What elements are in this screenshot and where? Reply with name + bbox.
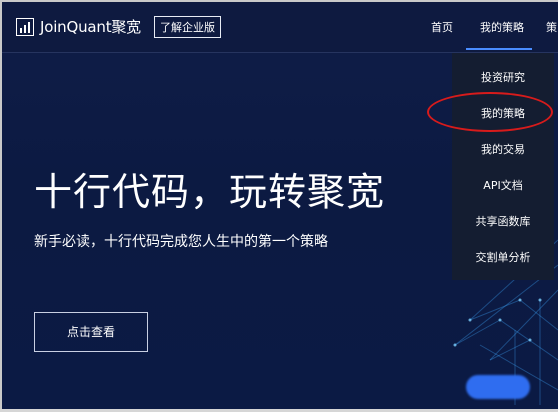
logo-chart-icon	[16, 17, 34, 36]
dropdown-item-api-docs[interactable]: API文档	[452, 177, 554, 193]
annotation-circle	[427, 92, 553, 132]
nav-active-indicator	[466, 48, 532, 50]
hero-subtitle: 新手必读，十行代码完成您人生中的第一个策略	[34, 234, 328, 250]
view-button[interactable]: 点击查看	[34, 312, 148, 352]
nav-home[interactable]: 首页	[431, 19, 453, 35]
nav-my-strategy[interactable]: 我的策略	[480, 19, 524, 35]
brand-name: JoinQuant聚宽	[40, 18, 141, 36]
hero-title: 十行代码，玩转聚宽	[34, 170, 386, 214]
dropdown-item-my-trades[interactable]: 我的交易	[452, 141, 554, 157]
redaction-blob	[466, 375, 530, 399]
dropdown-item-delivery-analysis[interactable]: 交割单分析	[452, 249, 554, 265]
enterprise-button[interactable]: 了解企业版	[154, 16, 221, 38]
nav-item-cut-off[interactable]: 策	[546, 19, 557, 35]
dropdown-item-research[interactable]: 投资研究	[452, 69, 554, 85]
screenshot-border-top	[0, 0, 558, 2]
strategy-dropdown-menu: 投资研究 我的策略 我的交易 API文档 共享函数库 交割单分析	[452, 53, 554, 280]
screenshot-border-left	[0, 0, 2, 412]
top-navbar: JoinQuant聚宽 了解企业版 首页 我的策略 策	[0, 0, 558, 53]
logo[interactable]: JoinQuant聚宽	[16, 16, 141, 37]
page: JoinQuant聚宽 了解企业版 首页 我的策略 策 投资研究 我的策略 我的…	[0, 0, 558, 412]
dropdown-item-shared-functions[interactable]: 共享函数库	[452, 213, 554, 229]
